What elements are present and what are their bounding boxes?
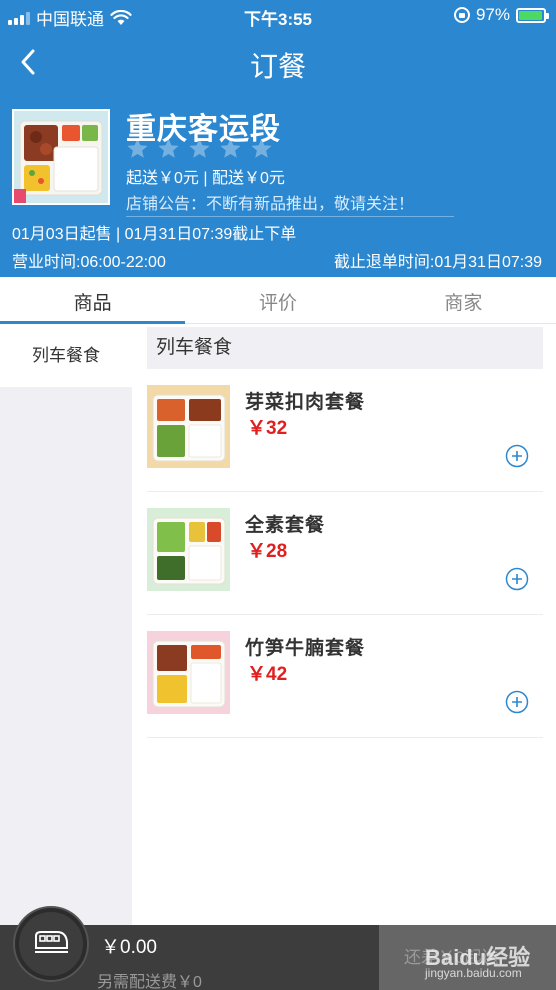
train-icon [35,931,68,953]
star-icon [220,138,241,158]
list-item: 芽菜扣肉套餐 ￥32 [147,369,543,492]
star-icon [189,138,210,158]
category-sidebar: 列车餐食 [0,325,132,925]
cart-total: ￥0.00 [101,937,157,958]
product-name: 竹笋牛腩套餐 [245,638,366,659]
list-item: 全素套餐 ￥28 [147,492,543,615]
business-hours: 营业时间:06:00-22:00 [12,254,166,271]
add-to-cart-button[interactable] [505,690,529,714]
product-name: 全素套餐 [245,515,326,536]
tab-merchant[interactable]: 商家 [371,278,556,323]
product-name: 芽菜扣肉套餐 [245,392,366,413]
add-to-cart-button[interactable] [505,567,529,591]
battery-percent: 97% [475,5,510,24]
rating-stars [126,137,273,160]
product-price: ￥28 [247,541,288,562]
store-notice: 店铺公告：不断有新品推出，敬请关注！ [126,190,454,217]
product-image [147,508,230,591]
star-icon [158,138,179,158]
store-header: 重庆客运段 起送￥0元 | 配送￥0元 店铺公告：不断有新品推出，敬请关注！ 0… [0,92,556,277]
product-image [147,385,230,468]
cart-button[interactable] [15,908,87,980]
product-price: ￥42 [247,664,288,685]
battery-icon [516,7,549,23]
tab-reviews[interactable]: 评价 [185,278,370,323]
section-title: 列车餐食 [147,327,543,369]
sidebar-item-train-meals[interactable]: 列车餐食 [0,325,132,387]
product-list: 列车餐食 芽菜扣肉套餐 ￥32 全素套餐 ￥28 竹笋牛腩套餐 ￥42 [147,325,543,738]
status-bar: 中国联通 下午3:55 97% [0,0,556,32]
add-to-cart-button[interactable] [505,444,529,468]
sale-period: 01月03日起售 | 01月31日07:39截止下单 [12,226,297,243]
star-icon [127,138,148,158]
product-image [147,631,230,714]
star-icon [251,138,272,158]
tab-products[interactable]: 商品 [0,278,186,324]
store-logo [12,109,110,205]
product-price: ￥32 [247,418,288,439]
page-title: 订餐 [249,51,306,82]
nav-bar: 订餐 [0,32,556,92]
watermark-url: jingyan.baidu.com [425,966,522,980]
refund-deadline: 截止退单时间:01月31日07:39 [333,254,542,271]
rotation-lock-icon [453,7,470,23]
tab-bar: 商品 评价 商家 [0,278,556,324]
delivery-info: 起送￥0元 | 配送￥0元 [126,170,285,187]
list-item: 竹笋牛腩套餐 ￥42 [147,615,543,738]
delivery-fee-note: 另需配送费￥0 [97,974,202,990]
